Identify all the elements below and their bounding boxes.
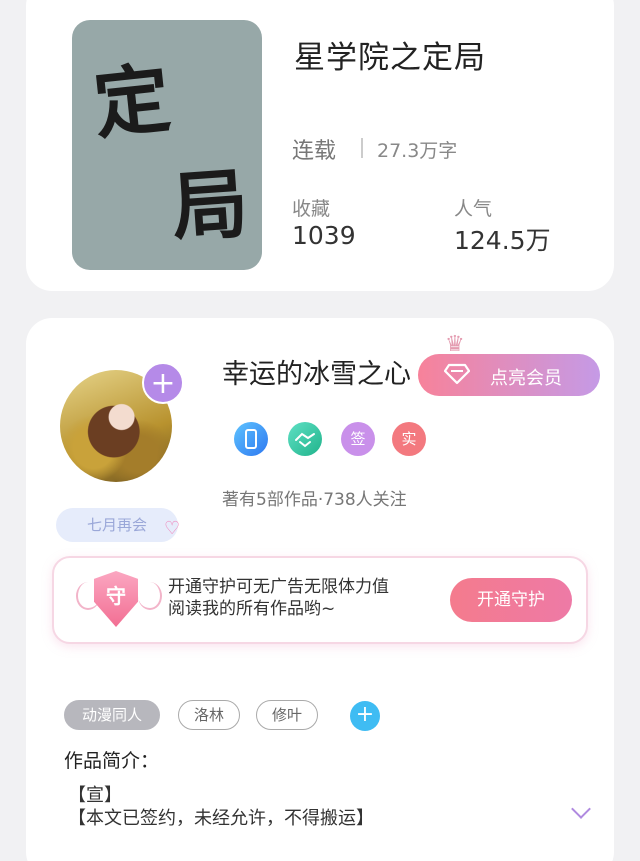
right-wing-decoration [138,582,162,610]
intro-line-1: 【宣】 [68,785,122,806]
heart-icon: ♡ [164,518,181,539]
cover-title-char-2: 局 [168,158,251,253]
guard-banner: 守 开通守护可无广告无限体力值 阅读我的所有作品哟~ 开通守护 [52,556,588,644]
serial-status: 连载 [292,139,337,164]
book-cover[interactable]: 定 局 [72,20,262,270]
intro-line-2: 【本文已签约，未经允许，不得搬运】 [68,808,374,829]
verified-badge-icon[interactable]: 实 [392,422,426,456]
avatar-sticker: 七月再会 [56,508,178,542]
phone-badge-icon[interactable] [234,422,268,456]
book-info-card: 定 局 星学院之定局 连载 27.3万字 收藏 1039 人气 124.5万 [26,0,614,291]
cover-title-char-1: 定 [89,53,175,150]
popularity-value: 124.5万 [454,226,551,255]
tag-character[interactable]: 修叶 [256,700,318,730]
intro-label: 作品简介： [64,750,160,772]
author-card: + 七月再会 ♡ 幸运的冰雪之心 ♛ 点亮会员 签 实 著有5部作品·738人关… [26,318,614,861]
book-title: 星学院之定局 [294,40,486,76]
sign-badge-icon[interactable]: 签 [341,422,375,456]
chevron-down-icon[interactable] [571,799,591,819]
vip-button-label: 点亮会员 [490,368,562,389]
follow-plus-icon[interactable]: + [142,362,184,404]
tag-category[interactable]: 动漫同人 [64,700,160,730]
vip-button[interactable]: 点亮会员 [418,354,600,396]
divider [361,138,363,158]
add-tag-plus-icon[interactable]: + [350,701,380,731]
guard-text-line-1: 开通守护可无广告无限体力值 [168,577,389,597]
tag-character[interactable]: 洛林 [178,700,240,730]
intro-text: 【宣】 【本文已签约，未经允许，不得搬运】 [68,784,374,830]
works-and-followers: 著有5部作品·738人关注 [222,490,407,510]
favorites-label: 收藏 [292,198,331,220]
favorites-value: 1039 [292,221,356,250]
guard-text-line-2: 阅读我的所有作品哟~ [168,599,336,619]
guard-description: 开通守护可无广告无限体力值 阅读我的所有作品哟~ [168,576,389,620]
diamond-icon [444,363,470,385]
word-count: 27.3万字 [377,140,458,162]
guard-shield-icon: 守 [94,571,138,627]
open-guard-button[interactable]: 开通守护 [450,578,572,622]
author-name[interactable]: 幸运的冰雪之心 [222,352,411,391]
handshake-badge-icon[interactable] [288,422,322,456]
popularity-label: 人气 [454,198,493,220]
